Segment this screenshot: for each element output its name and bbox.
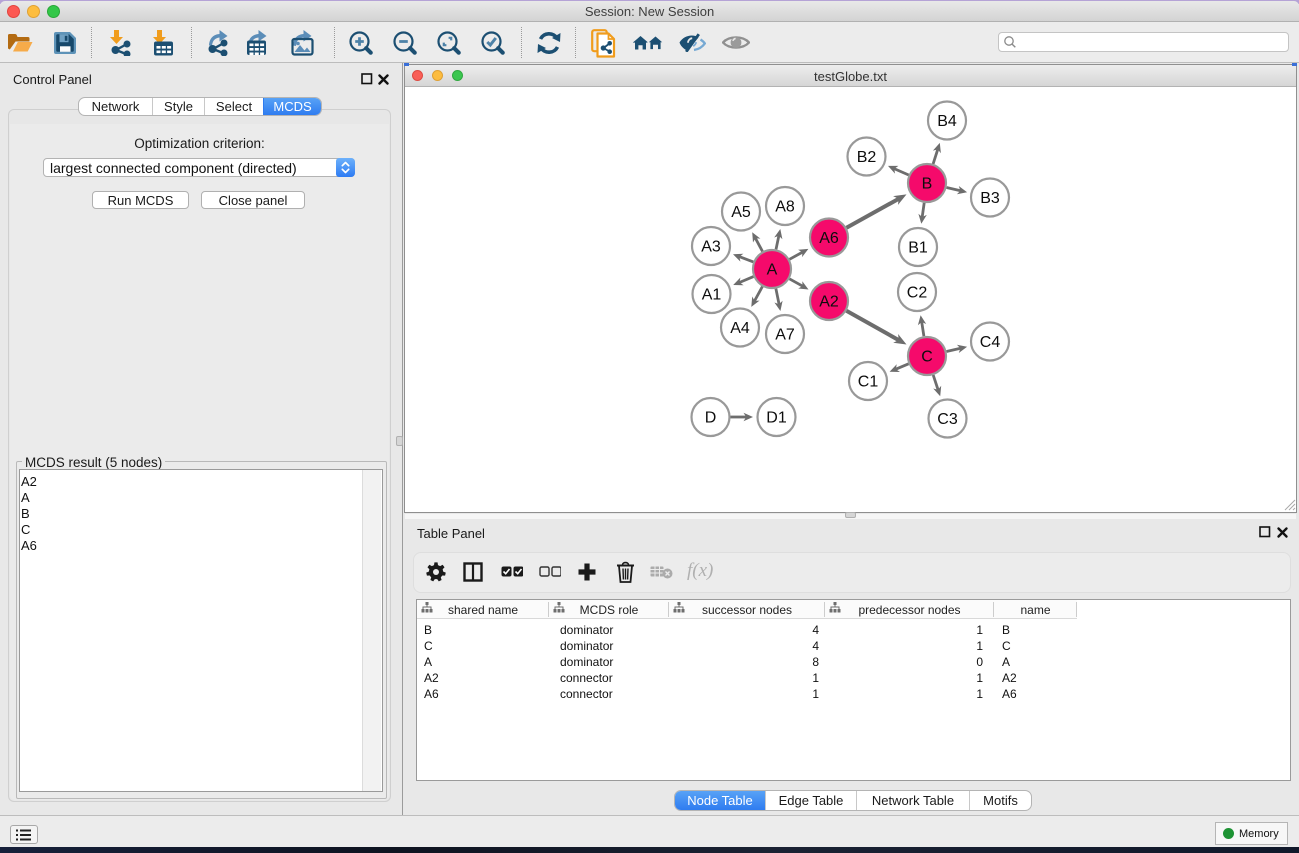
svg-text:B1: B1 [908,240,928,257]
svg-text:A1: A1 [702,287,722,304]
svg-text:A: A [767,262,778,279]
svg-text:A5: A5 [731,204,751,221]
svg-text:C2: C2 [907,285,928,302]
svg-text:A4: A4 [730,320,750,337]
svg-text:A3: A3 [701,239,721,256]
svg-text:B4: B4 [937,113,957,130]
svg-text:C: C [921,349,933,366]
svg-text:B: B [922,176,933,193]
svg-text:D1: D1 [766,410,787,427]
svg-text:A6: A6 [819,230,839,247]
svg-text:B3: B3 [980,190,1000,207]
svg-text:C3: C3 [937,411,958,428]
svg-text:A8: A8 [775,199,795,216]
svg-text:C1: C1 [858,374,879,391]
svg-text:A2: A2 [819,294,839,311]
svg-text:C4: C4 [980,334,1001,351]
svg-text:B2: B2 [857,149,877,166]
svg-text:A7: A7 [775,327,795,344]
svg-text:D: D [705,410,717,427]
